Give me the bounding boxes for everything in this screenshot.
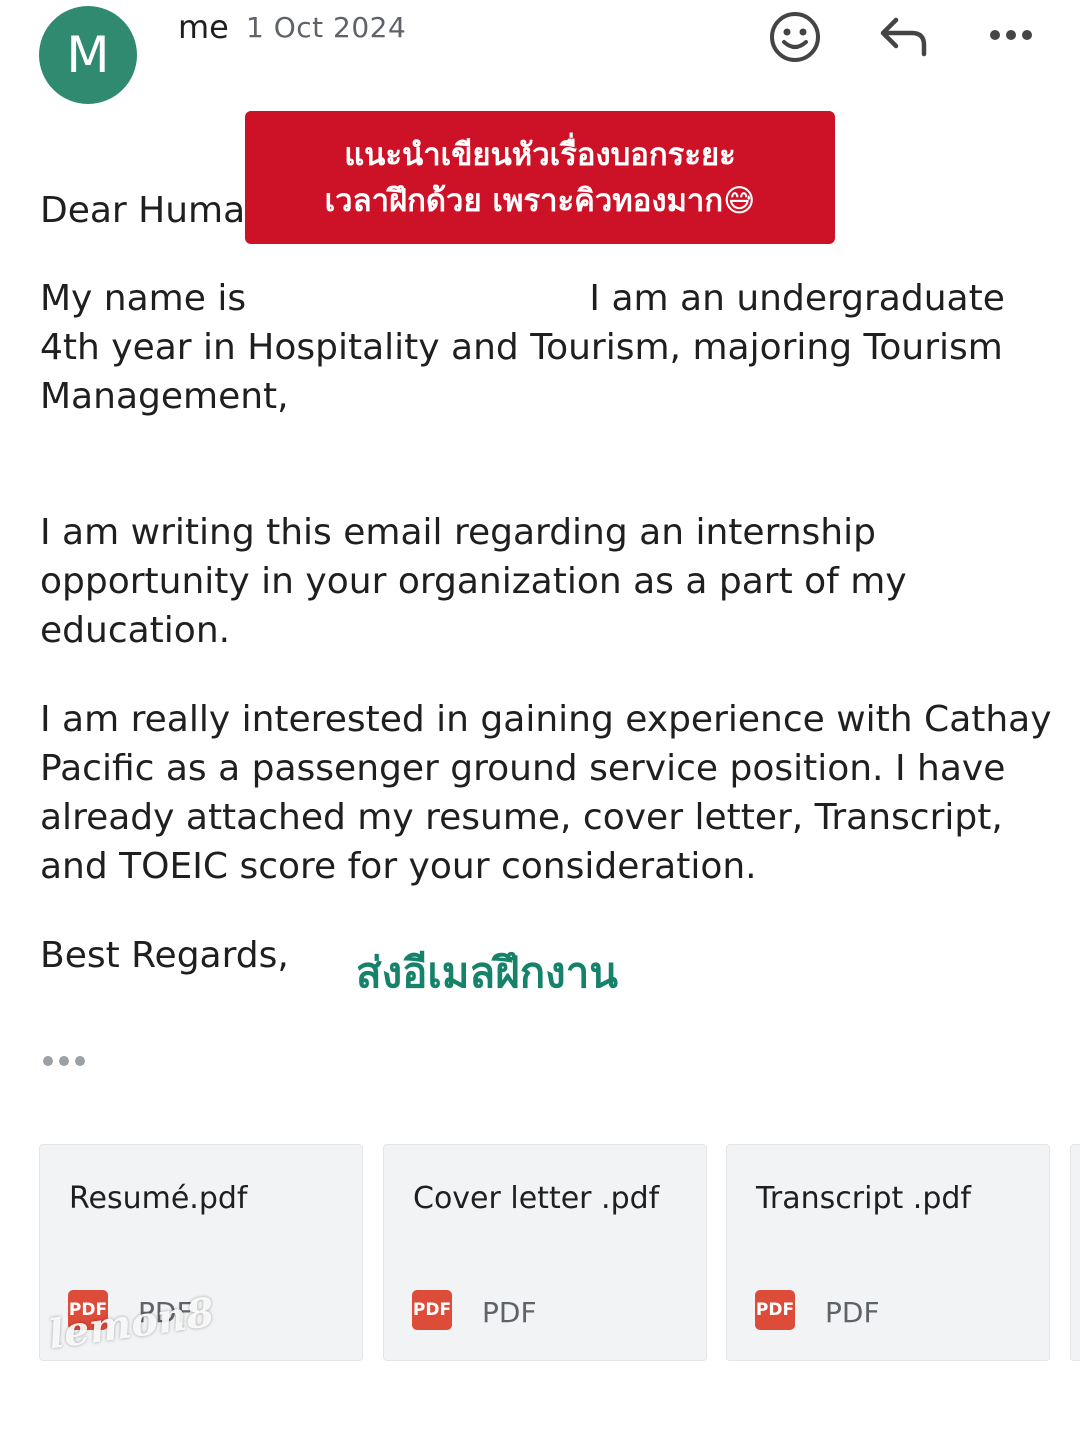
emoji-icon[interactable] <box>768 10 822 64</box>
attachment-name: Transcript .pdf <box>756 1181 971 1216</box>
thai-caption: ส่งอีเมลฝึกงาน <box>356 948 618 997</box>
body-line: I am writing this email regarding an int… <box>40 512 876 553</box>
pdf-icon: PDF <box>755 1290 795 1330</box>
body-line: Pacific as a passenger ground service po… <box>40 748 1006 789</box>
email-view: M me 1 Oct 2024 แนะนำเขียนหัวเรื่องบอกระ… <box>0 0 1080 1440</box>
email-greeting: Dear Huma <box>40 190 246 231</box>
sender-name[interactable]: me <box>178 8 229 46</box>
attachment-card-partial[interactable] <box>1070 1144 1080 1361</box>
banner-line-2: เวลาฝึกด้วย เพราะคิวทองมาก😅 <box>324 182 756 219</box>
banner-line-1: แนะนำเขียนหัวเรื่องบอกระยะ <box>344 136 736 173</box>
body-line: Management, <box>40 376 289 417</box>
pdf-icon: PDF <box>412 1290 452 1330</box>
email-closing: Best Regards, <box>40 935 289 976</box>
email-date: 1 Oct 2024 <box>246 11 407 44</box>
body-line: education. <box>40 610 231 651</box>
body-line: 4th year in Hospitality and Tourism, maj… <box>40 327 1003 368</box>
body-line: I am really interested in gaining experi… <box>40 699 1052 740</box>
show-trimmed-content-icon[interactable] <box>42 1054 86 1068</box>
attachment-card[interactable]: Transcript .pdf PDF PDF <box>726 1144 1050 1361</box>
body-line: already attached my resume, cover letter… <box>40 797 1003 838</box>
attachment-type: PDF <box>482 1296 537 1329</box>
avatar-letter: M <box>66 26 110 84</box>
avatar[interactable]: M <box>39 6 137 104</box>
reply-icon[interactable] <box>878 14 930 58</box>
email-paragraph-2: I am writing this email regarding an int… <box>40 508 907 655</box>
email-paragraph-1: My name is I am an undergraduate 4th yea… <box>40 274 1005 421</box>
body-line: My name is I am an undergraduate <box>40 278 1005 319</box>
attachment-type: PDF <box>825 1296 880 1329</box>
overlay-caption-banner: แนะนำเขียนหัวเรื่องบอกระยะ เวลาฝึกด้วย เ… <box>245 111 835 244</box>
body-line: and TOEIC score for your consideration. <box>40 846 757 887</box>
attachment-card[interactable]: Cover letter .pdf PDF PDF <box>383 1144 707 1361</box>
more-icon[interactable] <box>988 22 1034 48</box>
email-paragraph-3: I am really interested in gaining experi… <box>40 695 1052 891</box>
body-line: opportunity in your organization as a pa… <box>40 561 907 602</box>
attachment-name: Resumé.pdf <box>69 1181 248 1216</box>
attachment-name: Cover letter .pdf <box>413 1181 660 1216</box>
